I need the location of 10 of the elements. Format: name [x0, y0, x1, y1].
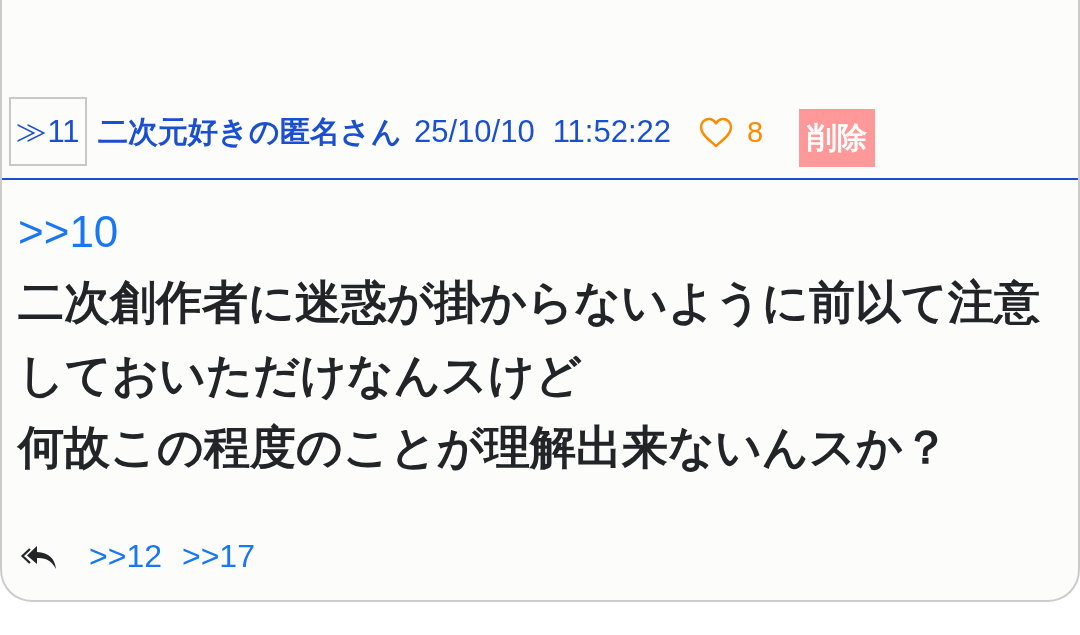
post-date: 25/10/10	[414, 113, 535, 151]
reply-link[interactable]: >>17	[181, 535, 255, 576]
reply-link[interactable]: >>12	[89, 535, 162, 576]
post-text: 何故この程度のことが理解出来ないんスか？	[18, 419, 949, 476]
post-text: 二次創作者に迷惑が掛からないように前以て注意しておいただけなんスけど	[18, 274, 1041, 404]
reply-link[interactable]: >>10	[18, 208, 119, 256]
post-number-button[interactable]: ≫11	[9, 97, 87, 166]
like-button[interactable]: 8	[699, 114, 764, 150]
post-time: 11:52:22	[552, 113, 672, 151]
author-name: 二次元好きの匿名さん	[98, 113, 402, 151]
